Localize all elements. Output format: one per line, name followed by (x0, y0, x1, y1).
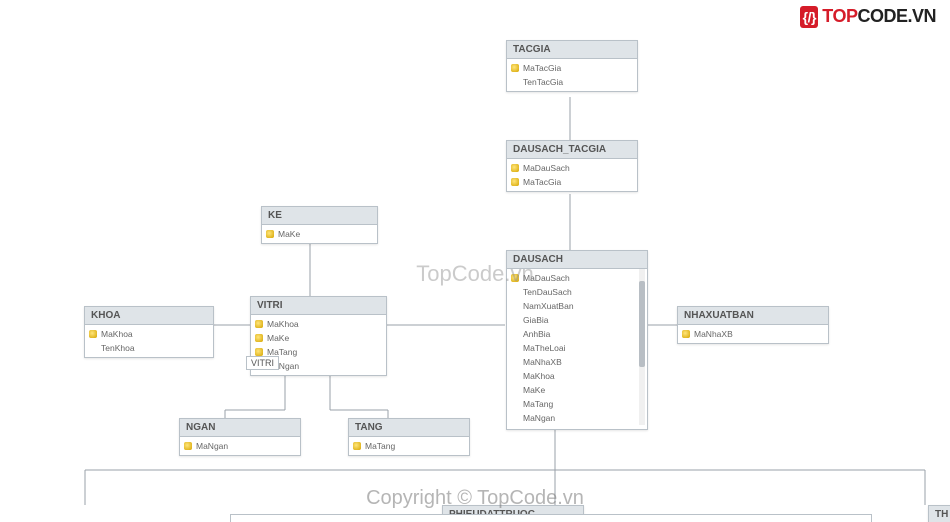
field-row: TenTacGia (511, 75, 633, 89)
entity-tang[interactable]: TANG MaTang (348, 418, 470, 456)
entity-title: NGAN (180, 419, 300, 437)
entity-title: TH (929, 506, 950, 522)
entity-ke[interactable]: KE MaKe (261, 206, 378, 244)
field-row: MaKe (255, 331, 382, 345)
entity-title: KE (262, 207, 377, 225)
field-row: MaNgan (511, 411, 643, 425)
scrollbar[interactable] (639, 269, 645, 425)
field-row: MaKe (266, 227, 373, 241)
field-row: MaTang (353, 439, 465, 453)
entity-title: VITRI (251, 297, 386, 315)
field-row: MaNhaXB (682, 327, 824, 341)
field-row: NamXuatBan (511, 299, 643, 313)
field-row: MaNhaXB (511, 355, 643, 369)
field-row: MaKe (511, 383, 643, 397)
entity-title: DAUSACH_TACGIA (507, 141, 637, 159)
entity-title: TACGIA (507, 41, 637, 59)
entity-ngan[interactable]: NGAN MaNgan (179, 418, 301, 456)
field-row: MaTheLoai (511, 341, 643, 355)
field-row: MaDauSach (511, 161, 633, 175)
field-row: MaNgan (184, 439, 296, 453)
relationships (0, 0, 950, 522)
field-row: MaTang (511, 397, 643, 411)
field-row: AnhBia (511, 327, 643, 341)
entity-dausach-tacgia[interactable]: DAUSACH_TACGIA MaDauSach MaTacGia (506, 140, 638, 192)
edge-region (230, 514, 872, 522)
entity-th[interactable]: TH (928, 505, 950, 522)
entity-title: KHOA (85, 307, 213, 325)
entity-khoa[interactable]: KHOA MaKhoa TenKhoa (84, 306, 214, 358)
entity-title: TANG (349, 419, 469, 437)
entity-title: DAUSACH (507, 251, 647, 269)
entity-title: NHAXUATBAN (678, 307, 828, 325)
field-row: MaTacGia (511, 61, 633, 75)
entity-tacgia[interactable]: TACGIA MaTacGia TenTacGia (506, 40, 638, 92)
field-row: MaDauSach (511, 271, 643, 285)
entity-dausach[interactable]: DAUSACH MaDauSach TenDauSach NamXuatBan … (506, 250, 648, 430)
tooltip-vitri: VITRI (246, 356, 279, 370)
erd-canvas[interactable]: TACGIA MaTacGia TenTacGia DAUSACH_TACGIA… (0, 0, 950, 522)
brace-icon: {/} (800, 6, 818, 28)
entity-nhaxuatban[interactable]: NHAXUATBAN MaNhaXB (677, 306, 829, 344)
field-row: TenDauSach (511, 285, 643, 299)
field-row: GiaBia (511, 313, 643, 327)
field-row: MaKhoa (255, 317, 382, 331)
field-row: MaKhoa (511, 369, 643, 383)
field-row: MaTacGia (511, 175, 633, 189)
field-row: MaKhoa (89, 327, 209, 341)
field-row: TenKhoa (89, 341, 209, 355)
logo-watermark: {/}TOPCODE.VN (800, 6, 936, 28)
